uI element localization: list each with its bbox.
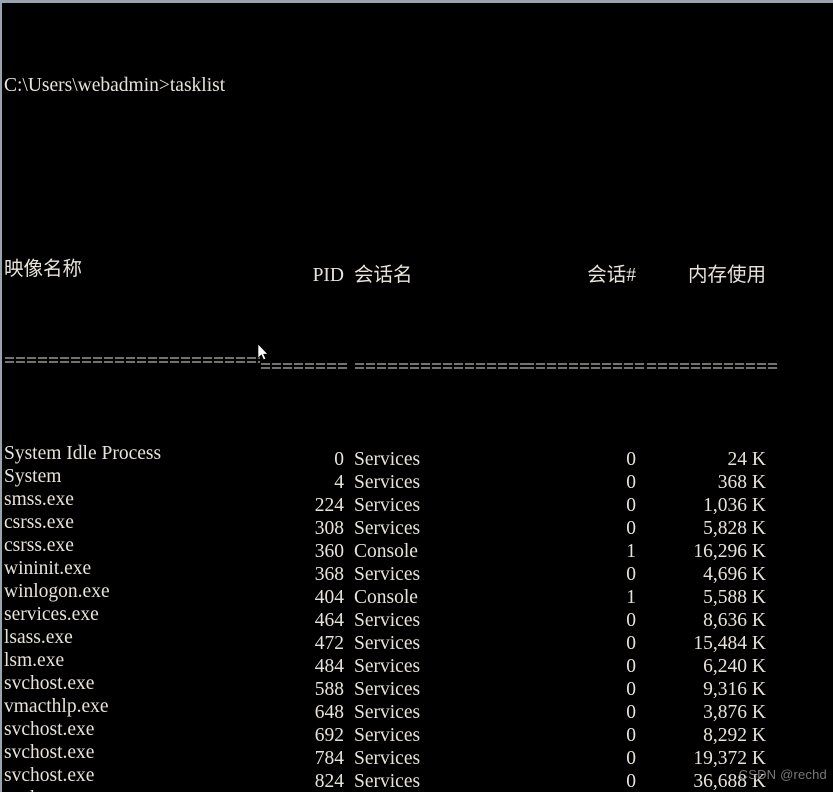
cell-image-name: services.exe [4, 604, 99, 625]
table-row: lsm.exe 484 Services 0 6,240 K [4, 649, 833, 677]
cell-image-name: System Idle Process [4, 443, 162, 464]
table-row: svchost.exe 692 Services 0 8,292 K [4, 718, 833, 746]
cell-image-name: smss.exe [4, 489, 74, 510]
table-row: vmacthlp.exe 648 Services 0 3,876 K [4, 695, 833, 723]
separator-image-name: ========================= [4, 351, 260, 372]
cell-image-name: svchost.exe [4, 765, 95, 786]
separator-gap-3 [636, 356, 646, 379]
table-row: csrss.exe 308 Services 0 5,828 K [4, 511, 833, 539]
watermark-text: CSDN @rechd [738, 767, 827, 782]
table-header-row: 映像名称 PID 会话名 会话# 内存使用 [4, 258, 833, 286]
cell-image-name: System [4, 466, 62, 487]
separator-gap-2 [514, 356, 524, 379]
cell-image-name: svchost.exe [4, 787, 260, 792]
process-table-body: System Idle Process 0 Services 0 24 K Syst… [4, 442, 833, 792]
table-row: wininit.exe 368 Services 0 4,696 K [4, 557, 833, 585]
table-row: svchost.exe864 Services 0 16,580 K [4, 787, 833, 792]
prompt-text: C:\Users\webadmin>tasklist [4, 75, 226, 96]
separator-session-name: ================ [354, 357, 530, 378]
header-gap-3 [636, 264, 646, 287]
cell-image-name: lsass.exe [4, 627, 73, 648]
separator-mem-usage: ============ [646, 357, 778, 378]
header-session-name: 会话名 [354, 265, 413, 286]
cell-image-name: svchost.exe [4, 719, 95, 740]
console-window[interactable]: C:\Users\webadmin>tasklist 映像名称 PID 会话名 会… [0, 0, 833, 792]
table-row: svchost.exe 588 Services 0 9,316 K [4, 672, 833, 700]
header-session-number: 会话# [587, 265, 636, 286]
cell-image-name: winlogon.exe [4, 581, 110, 602]
table-row: System Idle Process 0 Services 0 24 K [4, 442, 833, 470]
table-row: lsass.exe 472 Services 0 15,484 K [4, 626, 833, 654]
cell-image-name: csrss.exe [4, 535, 74, 556]
table-row: smss.exe 224 Services 0 1,036 K [4, 488, 833, 516]
cell-image-name: vmacthlp.exe [4, 696, 109, 717]
table-row: svchost.exe 824 Services 0 36,688 K [4, 764, 833, 792]
cell-image-name: svchost.exe [4, 673, 95, 694]
separator-gap-1 [344, 356, 354, 379]
table-row: services.exe 464 Services 0 8,636 K [4, 603, 833, 631]
console-output-area[interactable]: C:\Users\webadmin>tasklist 映像名称 PID 会话名 会… [2, 3, 833, 792]
table-row: svchost.exe 784 Services 0 19,372 K [4, 741, 833, 769]
cell-image-name: svchost.exe [4, 742, 95, 763]
header-gap-1 [344, 264, 354, 287]
header-pid: PID [312, 265, 344, 286]
header-gap-2 [514, 264, 524, 287]
table-row: csrss.exe 360 Console 1 16,296 K [4, 534, 833, 562]
table-row: winlogon.exe 404 Console 1 5,588 K [4, 580, 833, 608]
cell-image-name: csrss.exe [4, 512, 74, 533]
table-row: System 4 Services 0 368 K [4, 465, 833, 493]
table-separator-row: ================================= ======… [4, 350, 833, 378]
header-image-name: 映像名称 [4, 259, 83, 280]
header-mem-usage: 内存使用 [687, 265, 766, 286]
separator-pid: ======== [260, 357, 348, 378]
cell-image-name: lsm.exe [4, 650, 65, 671]
prompt-line: C:\Users\webadmin>tasklist [4, 74, 833, 97]
separator-session-number: =========== [524, 357, 645, 378]
cell-image-name: wininit.exe [4, 558, 92, 579]
